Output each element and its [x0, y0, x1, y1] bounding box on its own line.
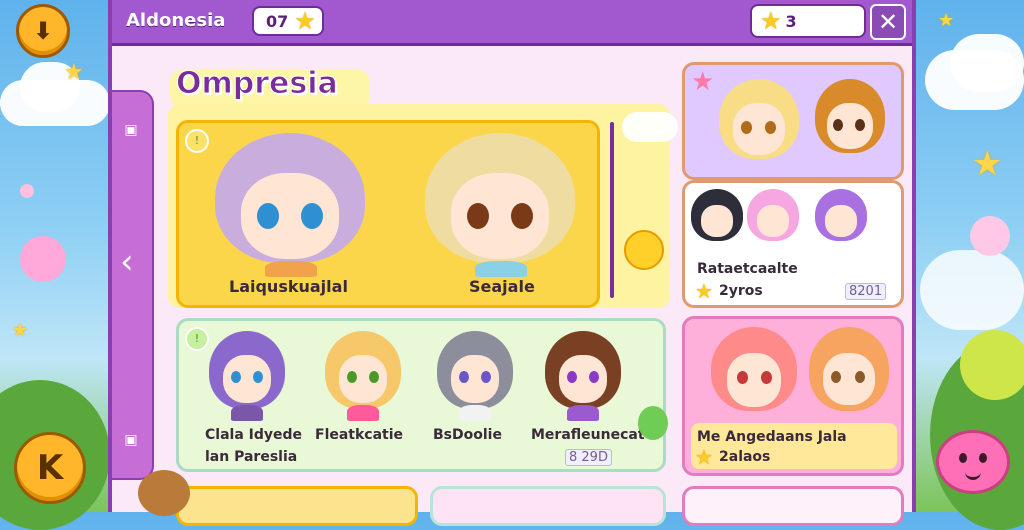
cloud [950, 34, 1024, 92]
character-portrait [437, 331, 513, 421]
chevron-left-icon[interactable]: ‹ [120, 242, 134, 282]
star-icon: ★ [938, 10, 955, 31]
character-name: Seajale [469, 277, 535, 296]
character-portrait [719, 79, 799, 175]
next-card[interactable] [682, 486, 904, 526]
cloud-face-icon [622, 112, 678, 142]
top-bar: Aldonesia 07 ★ ★ 3 ✕ [112, 0, 912, 46]
next-card[interactable] [430, 486, 666, 526]
rail-icon[interactable]: ▣ [122, 432, 140, 450]
star-icon: ★ [294, 7, 316, 35]
trio-card[interactable]: Rataetcaalte ★ 2yros 8201 [682, 180, 904, 308]
bubble-icon [20, 184, 34, 198]
card-title: Rataetcaalte [697, 261, 798, 277]
character-portrait [215, 133, 365, 277]
bush [960, 330, 1024, 400]
star-icon: ★ [12, 320, 29, 341]
close-button[interactable]: ✕ [870, 4, 906, 40]
card-tag: 8201 [845, 283, 887, 300]
character-select-panel: Aldonesia 07 ★ ★ 3 ✕ ▣ ‹ ▣ Ompresia ! La… [108, 0, 916, 526]
character-name: Laiquskuajlal [229, 277, 348, 296]
character-portrait [325, 331, 401, 421]
featured-card[interactable]: ! Laiquskuajlal Seajale [176, 120, 600, 308]
info-badge-icon: ! [185, 327, 209, 351]
close-x-icon: ✕ [877, 8, 899, 36]
duo-card[interactable]: Me Angedaans Jala ★ 2alaos [682, 316, 904, 476]
star-counter: ★ 3 [750, 4, 866, 38]
star-label: 2yros [719, 283, 763, 299]
next-card[interactable] [176, 486, 418, 526]
character-portrait [815, 79, 885, 175]
download-button[interactable]: ⬇ [16, 4, 70, 58]
character-portrait [747, 189, 799, 253]
pair-card[interactable]: ★ [682, 62, 904, 180]
character-name: BsDoolie [433, 427, 502, 443]
side-rail: ▣ ‹ ▣ [112, 90, 154, 480]
group-subtitle: lan Pareslia [205, 449, 298, 465]
star-icon: ★ [695, 279, 713, 303]
character-portrait [425, 133, 575, 277]
star-label: 2alaos [719, 449, 771, 465]
level-value: 07 [266, 11, 289, 31]
group-card[interactable]: ! Clala Idyede Fleatkcatie BsDoolie Mera… [176, 318, 666, 472]
green-creature-icon [638, 406, 668, 440]
star-icon: ★ [64, 60, 84, 85]
k-button[interactable]: K [14, 432, 86, 504]
star-icon: ★ [760, 7, 782, 35]
sun-star-icon [624, 230, 664, 270]
region-title: Aldonesia [126, 10, 226, 31]
character-name: Fleatkcatie [315, 427, 404, 443]
brown-creature-icon [138, 470, 190, 516]
group-tag: 8 29D [565, 449, 612, 466]
scrollbar[interactable] [610, 122, 614, 298]
k-letter-icon: K [36, 448, 64, 488]
cloud [920, 250, 1024, 330]
character-name: Clala Idyede [205, 427, 303, 443]
star-count: 3 [785, 11, 797, 31]
card-title: Me Angedaans Jala [697, 429, 847, 445]
info-badge-icon: ! [185, 129, 209, 153]
level-counter: 07 ★ [252, 6, 324, 36]
character-name: Merafleunecat [531, 427, 645, 443]
star-icon: ★ [695, 445, 713, 469]
pink-star-icon: ★ [691, 67, 715, 97]
chat-bubble-button[interactable] [936, 430, 1010, 494]
character-portrait [209, 331, 285, 421]
character-portrait [809, 327, 889, 423]
character-portrait [815, 189, 867, 253]
star-icon: ★ [972, 144, 1003, 184]
rail-icon[interactable]: ▣ [122, 122, 140, 140]
character-portrait [691, 189, 743, 253]
character-portrait [711, 327, 797, 423]
download-arrow-icon: ⬇ [32, 17, 54, 45]
section-title: Ompresia [176, 66, 339, 102]
character-portrait [545, 331, 621, 421]
pink-bubble-icon [970, 216, 1010, 256]
pink-star-creature-icon [20, 236, 66, 282]
